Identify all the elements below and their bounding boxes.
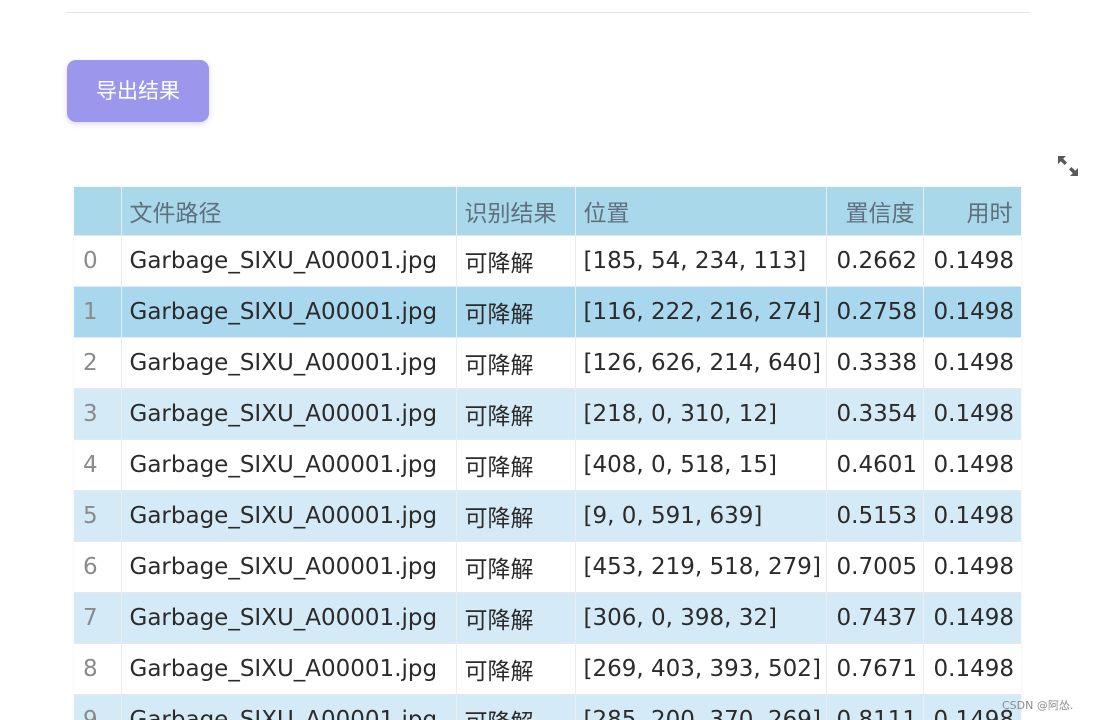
cell-confidence: 0.3338 bbox=[826, 337, 924, 389]
table-row[interactable]: 7 Garbage_SIXU_A00001.jpg 可降解 [306, 0, 398,… bbox=[74, 592, 1021, 644]
cell-position: [126, 626, 214, 640] bbox=[575, 337, 827, 389]
cell-file-path: Garbage_SIXU_A00001.jpg bbox=[121, 337, 457, 389]
column-header-confidence[interactable]: 置信度 bbox=[826, 187, 924, 236]
cell-result: 可降解 bbox=[456, 643, 576, 695]
cell-index: 6 bbox=[74, 541, 122, 593]
cell-result: 可降解 bbox=[456, 592, 576, 644]
cell-result: 可降解 bbox=[456, 694, 576, 720]
column-header-index[interactable] bbox=[74, 187, 122, 236]
results-table: 文件路径 识别结果 位置 置信度 用时 0 Garbage_SIXU_A00001… bbox=[74, 187, 1021, 720]
cell-position: [185, 54, 234, 113] bbox=[575, 235, 827, 287]
cell-index: 2 bbox=[74, 337, 122, 389]
cell-result: 可降解 bbox=[456, 490, 576, 542]
cell-result: 可降解 bbox=[456, 286, 576, 338]
cell-position: [453, 219, 518, 279] bbox=[575, 541, 827, 593]
cell-position: [269, 403, 393, 502] bbox=[575, 643, 827, 695]
cell-confidence: 0.3354 bbox=[826, 388, 924, 440]
top-divider bbox=[66, 12, 1030, 13]
table-row[interactable]: 9Garbage_SIXU_A00001.jpg可降解[285, 200, 37… bbox=[74, 694, 1021, 720]
cell-result: 可降解 bbox=[456, 439, 576, 491]
cell-file-path: Garbage_SIXU_A00001.jpg bbox=[121, 235, 457, 287]
cell-time: 0.1498 bbox=[923, 235, 1021, 287]
cell-index: 1 bbox=[74, 286, 122, 338]
table-row[interactable]: 2 Garbage_SIXU_A00001.jpg 可降解 [126, 626, 21… bbox=[74, 337, 1021, 389]
column-header-file-path[interactable]: 文件路径 bbox=[121, 187, 457, 236]
table-row[interactable]: 0 Garbage_SIXU_A00001.jpg 可降解 [185, 54, 234… bbox=[74, 235, 1021, 287]
expand-arrows-icon[interactable] bbox=[1056, 154, 1080, 178]
cell-confidence: 0.8111 bbox=[826, 694, 924, 720]
cell-index: 8 bbox=[74, 643, 122, 695]
cell-position: [285, 200, 370, 269] bbox=[575, 694, 827, 720]
cell-result: 可降解 bbox=[456, 337, 576, 389]
cell-confidence: 0.7671 bbox=[826, 643, 924, 695]
cell-time: 0.1498 bbox=[923, 490, 1021, 542]
cell-file-path: Garbage_SIXU_A00001.jpg bbox=[121, 388, 457, 440]
cell-confidence: 0.4601 bbox=[826, 439, 924, 491]
cell-time: 0.1498 bbox=[923, 439, 1021, 491]
cell-time: 0.1498 bbox=[923, 541, 1021, 593]
cell-index: 5 bbox=[74, 490, 122, 542]
cell-confidence: 0.5153 bbox=[826, 490, 924, 542]
cell-index: 0 bbox=[74, 235, 122, 287]
cell-file-path: Garbage_SIXU_A00001.jpg bbox=[121, 694, 457, 720]
cell-time: 0.1498 bbox=[923, 286, 1021, 338]
cell-position: [116, 222, 216, 274] bbox=[575, 286, 827, 338]
cell-time: 0.1498 bbox=[923, 643, 1021, 695]
table-row[interactable]: 6 Garbage_SIXU_A00001.jpg 可降解 [453, 219, 51… bbox=[74, 541, 1021, 593]
cell-index: 9 bbox=[74, 694, 122, 720]
cell-index: 3 bbox=[74, 388, 122, 440]
cell-result: 可降解 bbox=[456, 235, 576, 287]
table-header-row: 文件路径 识别结果 位置 置信度 用时 bbox=[74, 187, 1021, 236]
cell-time: 0.1498 bbox=[923, 388, 1021, 440]
table-body: 0 Garbage_SIXU_A00001.jpg 可降解 [185, 54, 234… bbox=[74, 235, 1021, 720]
cell-file-path: Garbage_SIXU_A00001.jpg bbox=[121, 490, 457, 542]
cell-position: [218, 0, 310, 12] bbox=[575, 388, 827, 440]
export-results-button[interactable]: 导出结果 bbox=[67, 60, 209, 122]
cell-file-path: Garbage_SIXU_A00001.jpg bbox=[121, 643, 457, 695]
cell-confidence: 0.2758 bbox=[826, 286, 924, 338]
cell-time: 0.1498 bbox=[923, 337, 1021, 389]
table-row[interactable]: 3 Garbage_SIXU_A00001.jpg 可降解 [218, 0, 310,… bbox=[74, 388, 1021, 440]
column-header-position[interactable]: 位置 bbox=[575, 187, 827, 236]
column-header-result[interactable]: 识别结果 bbox=[456, 187, 576, 236]
cell-result: 可降解 bbox=[456, 388, 576, 440]
cell-confidence: 0.7005 bbox=[826, 541, 924, 593]
cell-confidence: 0.7437 bbox=[826, 592, 924, 644]
cell-file-path: Garbage_SIXU_A00001.jpg bbox=[121, 439, 457, 491]
cell-position: [306, 0, 398, 32] bbox=[575, 592, 827, 644]
cell-file-path: Garbage_SIXU_A00001.jpg bbox=[121, 592, 457, 644]
table-row[interactable]: 8 Garbage_SIXU_A00001.jpg 可降解 [269, 403, 39… bbox=[74, 643, 1021, 695]
cell-result: 可降解 bbox=[456, 541, 576, 593]
cell-time: 0.1498 bbox=[923, 592, 1021, 644]
watermark: CSDN @阿怂. bbox=[1002, 699, 1074, 712]
cell-position: [9, 0, 591, 639] bbox=[575, 490, 827, 542]
cell-file-path: Garbage_SIXU_A00001.jpg bbox=[121, 541, 457, 593]
column-header-time[interactable]: 用时 bbox=[923, 187, 1021, 236]
table-row[interactable]: 4 Garbage_SIXU_A00001.jpg 可降解 [408, 0, 518,… bbox=[74, 439, 1021, 491]
cell-index: 7 bbox=[74, 592, 122, 644]
cell-confidence: 0.2662 bbox=[826, 235, 924, 287]
cell-position: [408, 0, 518, 15] bbox=[575, 439, 827, 491]
table-row[interactable]: 5 Garbage_SIXU_A00001.jpg 可降解 [9, 0, 591, 6… bbox=[74, 490, 1021, 542]
cell-file-path: Garbage_SIXU_A00001.jpg bbox=[121, 286, 457, 338]
table-row[interactable]: 1 Garbage_SIXU_A00001.jpg 可降解 [116, 222, 21… bbox=[74, 286, 1021, 338]
cell-index: 4 bbox=[74, 439, 122, 491]
